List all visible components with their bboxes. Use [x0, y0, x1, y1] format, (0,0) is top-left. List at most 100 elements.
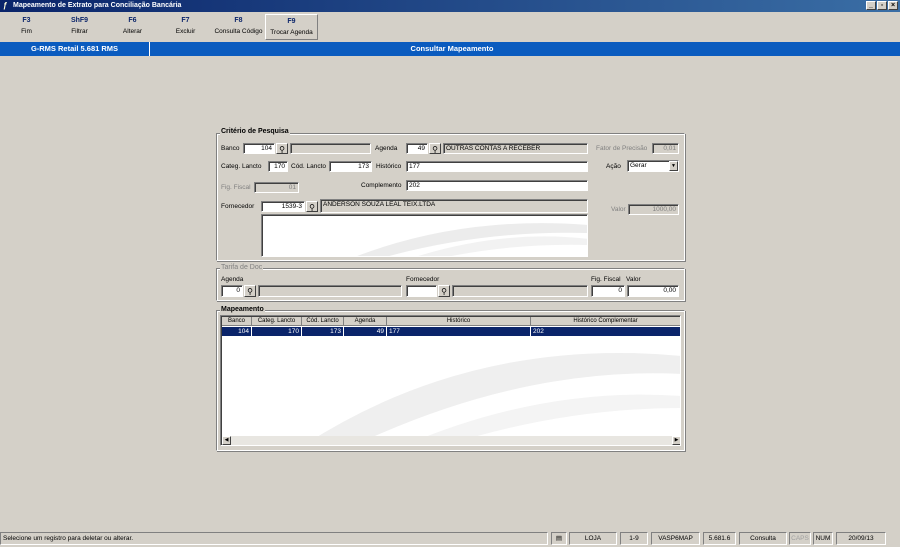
agenda-field[interactable]: 49	[406, 143, 428, 154]
fig-fiscal-field: 01	[254, 182, 299, 193]
fornecedor-label: Fornecedor	[221, 203, 255, 210]
tarifa-agenda-field[interactable]: 0	[221, 285, 243, 297]
button-label: Trocar Agenda	[270, 29, 313, 36]
chevron-down-icon[interactable]: ▼	[669, 161, 678, 171]
historico-field[interactable]: 177	[406, 161, 588, 172]
toolbar-alterar-button[interactable]: F6 Alterar	[106, 14, 159, 40]
fator-precisao-field: 0,01	[652, 143, 679, 154]
toolbar-consulta-codigo-button[interactable]: F8 Consulta Código	[212, 14, 265, 40]
tarifa-fig-label: Fig. Fiscal	[591, 276, 621, 283]
fornecedor-nome-field: ANDERSON SOUZA LEAL TEIX.LTDA	[320, 199, 588, 213]
button-label: Alterar	[122, 28, 143, 35]
column-header[interactable]: Cód. Lancto	[302, 317, 344, 326]
scroll-right-icon[interactable]: ▶	[672, 436, 680, 445]
app-icon: ƒ	[3, 1, 8, 10]
criterio-title: Critério de Pesquisa	[220, 128, 290, 135]
column-header[interactable]: Histórico Complementar	[531, 317, 680, 326]
toolbar-fim-button[interactable]: F3 Fim	[0, 14, 53, 40]
button-label: Excluir	[175, 28, 196, 35]
tarifa-agenda-label: Agenda	[221, 276, 244, 283]
cell-cod: 173	[302, 327, 344, 336]
tarifa-fornecedor-nome-field	[452, 285, 588, 297]
shortcut-key: F9	[287, 18, 296, 25]
historico-label: Histórico	[376, 163, 402, 170]
column-header[interactable]: Categ. Lancto	[252, 317, 302, 326]
cod-lancto-field[interactable]: 173	[329, 161, 372, 172]
shortcut-key: F7	[181, 17, 190, 24]
acao-label: Ação	[606, 163, 621, 170]
banco-field[interactable]: 104	[243, 143, 275, 154]
agenda-nome-field: OUTRAS CONTAS A RECEBER	[443, 143, 588, 154]
binoculars-icon[interactable]: ⚲	[306, 201, 318, 212]
binoculars-icon[interactable]: ⚲	[244, 285, 256, 297]
binoculars-icon[interactable]: ⚲	[276, 143, 288, 154]
status-program: VASP6MAP	[651, 532, 700, 545]
header-bar: G-RMS Retail 5.681 RMS Consultar Mapeame…	[0, 42, 900, 56]
binoculars-icon[interactable]: ⚲	[438, 285, 450, 297]
status-date: 20/09/13	[836, 532, 886, 545]
observacao-memo[interactable]	[261, 214, 588, 257]
fig-fiscal-label: Fig. Fiscal	[221, 184, 251, 191]
banco-nome-field	[290, 143, 371, 154]
background-swoosh	[357, 223, 587, 256]
fornecedor-field[interactable]: 1539-3	[261, 201, 305, 212]
banco-label: Banco	[221, 145, 240, 152]
screen-title: Consultar Mapeamento	[410, 44, 494, 53]
maximize-button[interactable]: ▫	[877, 1, 887, 10]
cell-categ: 170	[252, 327, 302, 336]
valor-label: Valor	[611, 206, 626, 213]
fator-precisao-label: Fator de Precisão	[596, 145, 648, 152]
toolbar-trocar-agenda-button[interactable]: F9 Trocar Agenda	[265, 14, 318, 40]
app-version: G-RMS Retail 5.681 RMS	[0, 42, 150, 56]
status-message: Selecione um registro para deletar ou al…	[0, 532, 548, 545]
shortcut-key: ShF9	[70, 17, 89, 24]
button-label: Fim	[21, 28, 32, 35]
toolbar-filtrar-button[interactable]: ShF9 Filtrar	[53, 14, 106, 40]
tarifa-fornecedor-label: Fornecedor	[406, 276, 440, 283]
column-header[interactable]: Agenda	[344, 317, 387, 326]
toolbar-excluir-button[interactable]: F7 Excluir	[159, 14, 212, 40]
cod-lancto-label: Cód. Lancto	[291, 163, 327, 170]
status-version: 5.681.6	[703, 532, 736, 545]
window-title-bar: ƒ Mapeamento de Extrato para Conciliação…	[0, 0, 900, 12]
cell-banco: 104	[222, 327, 252, 336]
status-num: NUM	[813, 532, 833, 545]
status-bar: Selecione um registro para deletar ou al…	[0, 530, 900, 547]
column-header[interactable]: Banco	[222, 317, 252, 326]
tarifa-fig-field[interactable]: 0	[591, 285, 625, 297]
window-title: Mapeamento de Extrato para Conciliação B…	[13, 2, 182, 9]
shortcut-key: F6	[128, 17, 137, 24]
status-pages: 1-9	[620, 532, 648, 545]
agenda-label: Agenda	[375, 145, 398, 152]
horizontal-scrollbar[interactable]: ◀ ▶	[222, 436, 680, 445]
button-label: Consulta Código	[214, 28, 263, 35]
cell-historico: 177	[387, 327, 531, 336]
column-header[interactable]: Histórico	[387, 317, 531, 326]
acao-value: Gerar	[630, 162, 647, 169]
valor-field: 1000,00	[628, 204, 679, 215]
scroll-left-icon[interactable]: ◀	[222, 436, 231, 445]
complemento-label: Complemento	[361, 182, 402, 189]
status-mode: Consulta	[739, 532, 787, 545]
acao-select[interactable]: Gerar ▼	[627, 160, 679, 172]
mapeamento-table[interactable]: Banco Categ. Lancto Cód. Lancto Agenda H…	[220, 315, 681, 446]
shortcut-key: F8	[234, 17, 243, 24]
complemento-field[interactable]: 202	[406, 180, 588, 191]
close-button[interactable]: ×	[888, 1, 898, 10]
categ-lancto-label: Categ. Lancto	[221, 163, 262, 170]
shortcut-key: F3	[22, 17, 31, 24]
button-label: Filtrar	[71, 28, 88, 35]
tarifa-agenda-nome-field	[258, 285, 402, 297]
status-caps: CAPS	[789, 532, 811, 545]
tarifa-title: Tarifa de Doc	[220, 264, 264, 271]
categ-lancto-field[interactable]: 170	[268, 161, 288, 172]
tarifa-valor-label: Valor	[626, 276, 641, 283]
tarifa-valor-field[interactable]: 0,00	[627, 285, 679, 297]
cell-historico-complementar: 202	[533, 328, 544, 335]
status-loja: LOJA	[569, 532, 617, 545]
binoculars-icon[interactable]: ⚲	[429, 143, 441, 154]
cell-agenda: 49	[344, 327, 387, 336]
tarifa-fornecedor-field[interactable]	[406, 285, 437, 297]
minimize-button[interactable]: _	[866, 1, 876, 10]
notepad-icon[interactable]: ▤	[551, 532, 567, 545]
